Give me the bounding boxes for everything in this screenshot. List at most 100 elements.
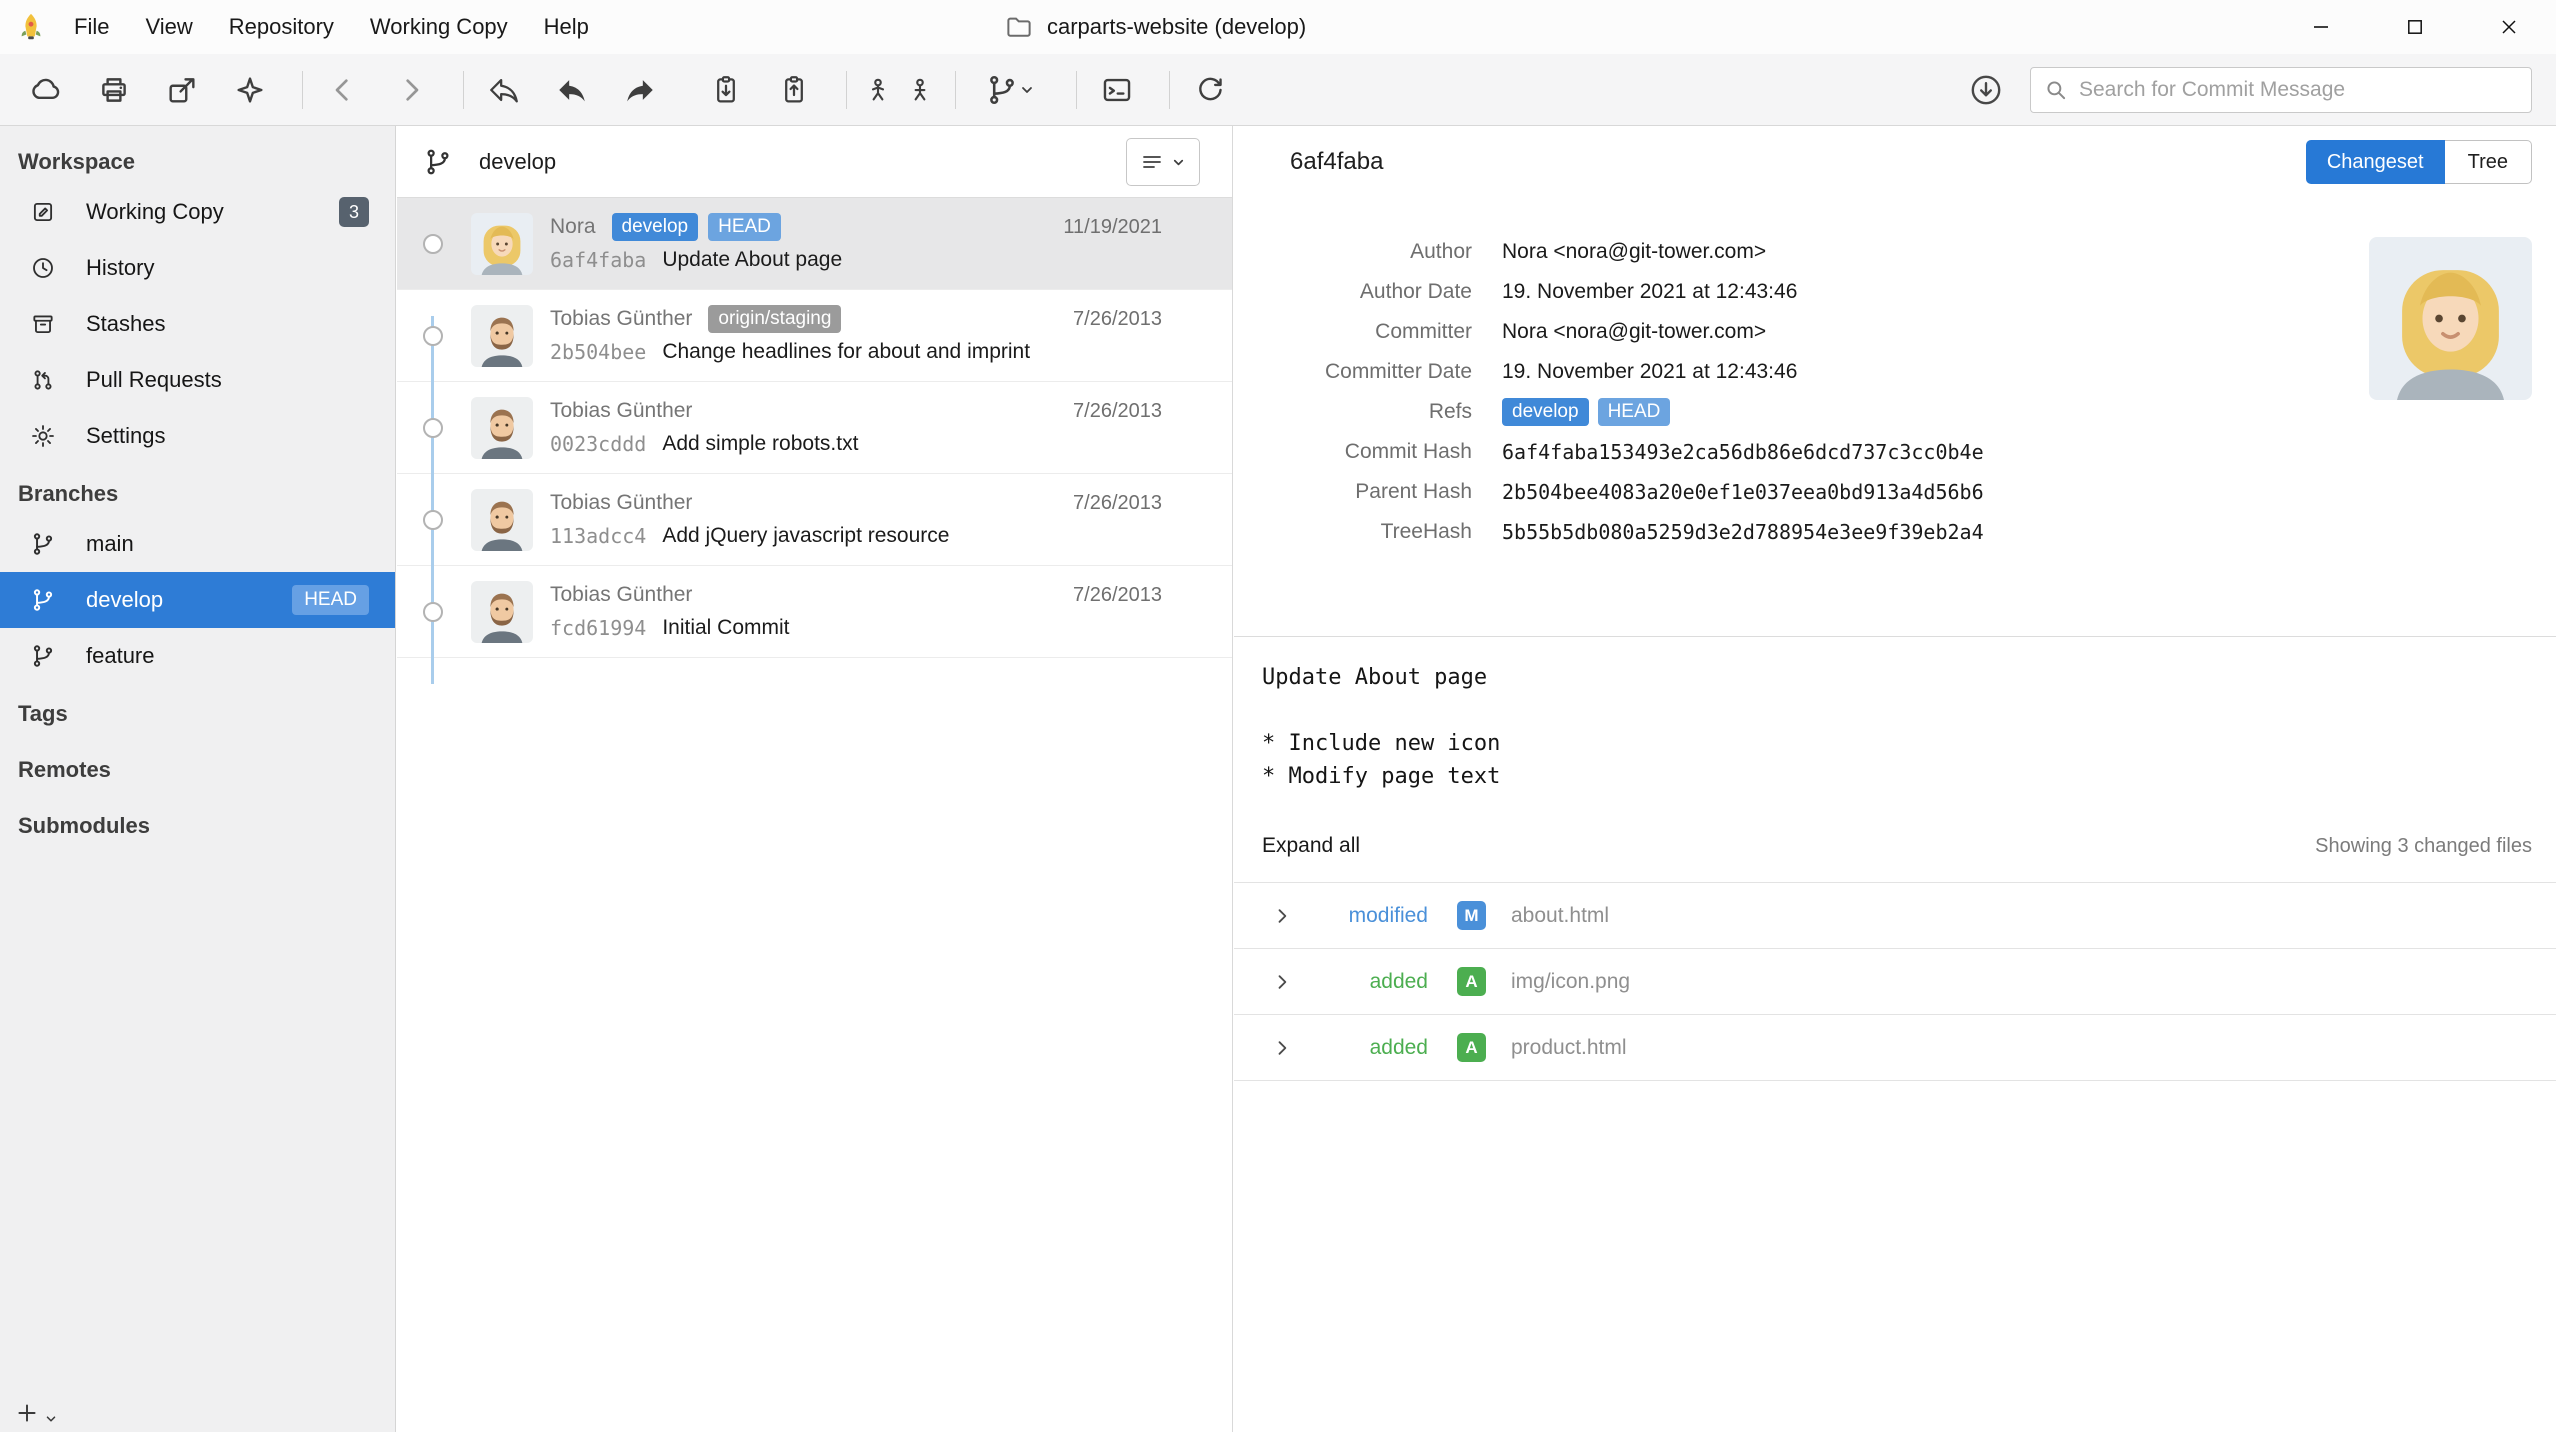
commit-author: Nora	[550, 215, 596, 239]
branch-icon	[30, 643, 56, 669]
working-copy-count-badge: 3	[339, 197, 369, 227]
pull-request-icon	[30, 367, 56, 393]
tab-tree[interactable]: Tree	[2445, 140, 2532, 184]
file-row[interactable]: added A product.html	[1234, 1014, 2556, 1080]
field-label: Committer	[1234, 320, 1472, 344]
graph-node	[423, 234, 443, 254]
merge-button[interactable]	[968, 62, 1052, 118]
undo-button[interactable]	[476, 62, 532, 118]
minimize-button[interactable]	[2274, 0, 2368, 54]
sidebar-header-remotes[interactable]: Remotes	[0, 748, 395, 792]
clipboard-down-icon	[709, 73, 743, 107]
print-button[interactable]	[86, 62, 142, 118]
file-row[interactable]: modified M about.html	[1234, 882, 2556, 948]
refresh-icon	[1194, 74, 1226, 106]
services-button[interactable]	[222, 62, 278, 118]
person-up-button[interactable]	[859, 62, 897, 118]
sidebar-branch-main[interactable]: main	[0, 516, 395, 572]
person-down-icon	[905, 75, 935, 105]
sidebar: Workspace Working Copy 3 History Stashes…	[0, 126, 396, 1432]
sidebar-branch-feature[interactable]: feature	[0, 628, 395, 684]
sidebar-header-submodules[interactable]: Submodules	[0, 804, 395, 848]
commit-hash: fcd61994	[550, 616, 646, 640]
menu-working-copy[interactable]: Working Copy	[352, 0, 526, 54]
terminal-button[interactable]	[1089, 62, 1145, 118]
current-branch-title: develop	[479, 149, 556, 175]
commit-row[interactable]: Tobias Günther origin/staging 7/26/2013 …	[397, 290, 1232, 382]
graph-node	[423, 326, 443, 346]
commit-detail-pane: 6af4faba Changeset Tree Author Nora <nor…	[1234, 126, 2556, 1432]
field-commit-hash: Commit Hash 6af4faba153493e2ca56db86e6dc…	[1234, 432, 2556, 472]
field-label: Committer Date	[1234, 360, 1472, 384]
sidebar-item-working-copy[interactable]: Working Copy 3	[0, 184, 395, 240]
commit-row[interactable]: Tobias Günther 7/26/2013 113adcc4 Add jQ…	[397, 474, 1232, 566]
stash-save-button[interactable]	[698, 62, 754, 118]
revert-button[interactable]	[544, 62, 600, 118]
divider	[1234, 636, 2556, 637]
file-status-badge: A	[1457, 1033, 1486, 1062]
stash-apply-button[interactable]	[766, 62, 822, 118]
commit-list-header: develop	[397, 126, 1232, 198]
sidebar-header-branches[interactable]: Branches	[0, 472, 395, 516]
refresh-button[interactable]	[1182, 62, 1238, 118]
branch-icon	[30, 587, 56, 613]
redo-button[interactable]	[612, 62, 668, 118]
commit-row[interactable]: Nora develop HEAD 11/19/2021 6af4faba Up…	[397, 198, 1232, 290]
graph-node	[423, 510, 443, 530]
menu-repository[interactable]: Repository	[211, 0, 352, 54]
sidebar-item-stashes[interactable]: Stashes	[0, 296, 395, 352]
search-input[interactable]	[2079, 78, 2519, 102]
chevron-right-icon	[1272, 1038, 1292, 1058]
file-name: img/icon.png	[1511, 970, 1630, 994]
file-name: about.html	[1511, 904, 1609, 928]
branch-label: feature	[86, 643, 155, 669]
sidebar-header-workspace[interactable]: Workspace	[0, 140, 395, 184]
list-options-button[interactable]	[1126, 138, 1200, 186]
open-external-button[interactable]	[154, 62, 210, 118]
toolbar-separator	[1169, 71, 1170, 109]
commit-row[interactable]: Tobias Günther 7/26/2013 fcd61994 Initia…	[397, 566, 1232, 658]
add-button[interactable]	[14, 1400, 58, 1426]
sidebar-item-label: Stashes	[86, 311, 166, 337]
sidebar-item-label: Working Copy	[86, 199, 224, 225]
person-down-button[interactable]	[901, 62, 939, 118]
menu-bar: File View Repository Working Copy Help	[56, 0, 607, 54]
branch-label: main	[86, 531, 134, 557]
close-button[interactable]	[2462, 0, 2556, 54]
download-circle-icon	[1968, 72, 2004, 108]
commit-row[interactable]: Tobias Günther 7/26/2013 0023cddd Add si…	[397, 382, 1232, 474]
reply-arrow-filled-icon	[555, 73, 589, 107]
menu-help[interactable]: Help	[526, 0, 607, 54]
open-external-icon	[165, 73, 199, 107]
field-value: 6af4faba153493e2ca56db86e6dcd737c3cc0b4e	[1502, 440, 1984, 464]
expand-all-button[interactable]: Expand all	[1262, 834, 1360, 858]
commit-message-line: Update About page	[1262, 661, 1500, 694]
file-row[interactable]: added A img/icon.png	[1234, 948, 2556, 1014]
menu-file[interactable]: File	[56, 0, 127, 54]
back-button[interactable]	[315, 62, 371, 118]
sidebar-item-settings[interactable]: Settings	[0, 408, 395, 464]
field-label: Commit Hash	[1234, 440, 1472, 464]
file-name: product.html	[1511, 1036, 1627, 1060]
reply-arrow-outline-icon	[487, 73, 521, 107]
sidebar-item-history[interactable]: History	[0, 240, 395, 296]
menu-view[interactable]: View	[127, 0, 210, 54]
sidebar-header-tags[interactable]: Tags	[0, 692, 395, 736]
field-committer-date: Committer Date 19. November 2021 at 12:4…	[1234, 352, 2556, 392]
tab-changeset[interactable]: Changeset	[2306, 140, 2445, 184]
sidebar-item-pull-requests[interactable]: Pull Requests	[0, 352, 395, 408]
field-value: Nora <nora@git-tower.com>	[1502, 240, 1766, 264]
commit-date: 7/26/2013	[1073, 308, 1162, 331]
forward-button[interactable]	[383, 62, 439, 118]
fetch-button[interactable]	[18, 62, 74, 118]
maximize-button[interactable]	[2368, 0, 2462, 54]
commit-message: Add simple robots.txt	[662, 432, 858, 456]
chevron-down-icon	[1171, 155, 1186, 170]
updates-button[interactable]	[1968, 72, 2004, 108]
plus-icon	[14, 1400, 40, 1426]
sidebar-branch-develop[interactable]: develop HEAD	[0, 572, 395, 628]
folder-icon	[1004, 12, 1034, 42]
field-value: 2b504bee4083a20e0ef1e037eea0bd913a4d56b6	[1502, 480, 1984, 504]
commit-author: Tobias Günther	[550, 307, 692, 331]
close-icon	[2499, 17, 2519, 37]
